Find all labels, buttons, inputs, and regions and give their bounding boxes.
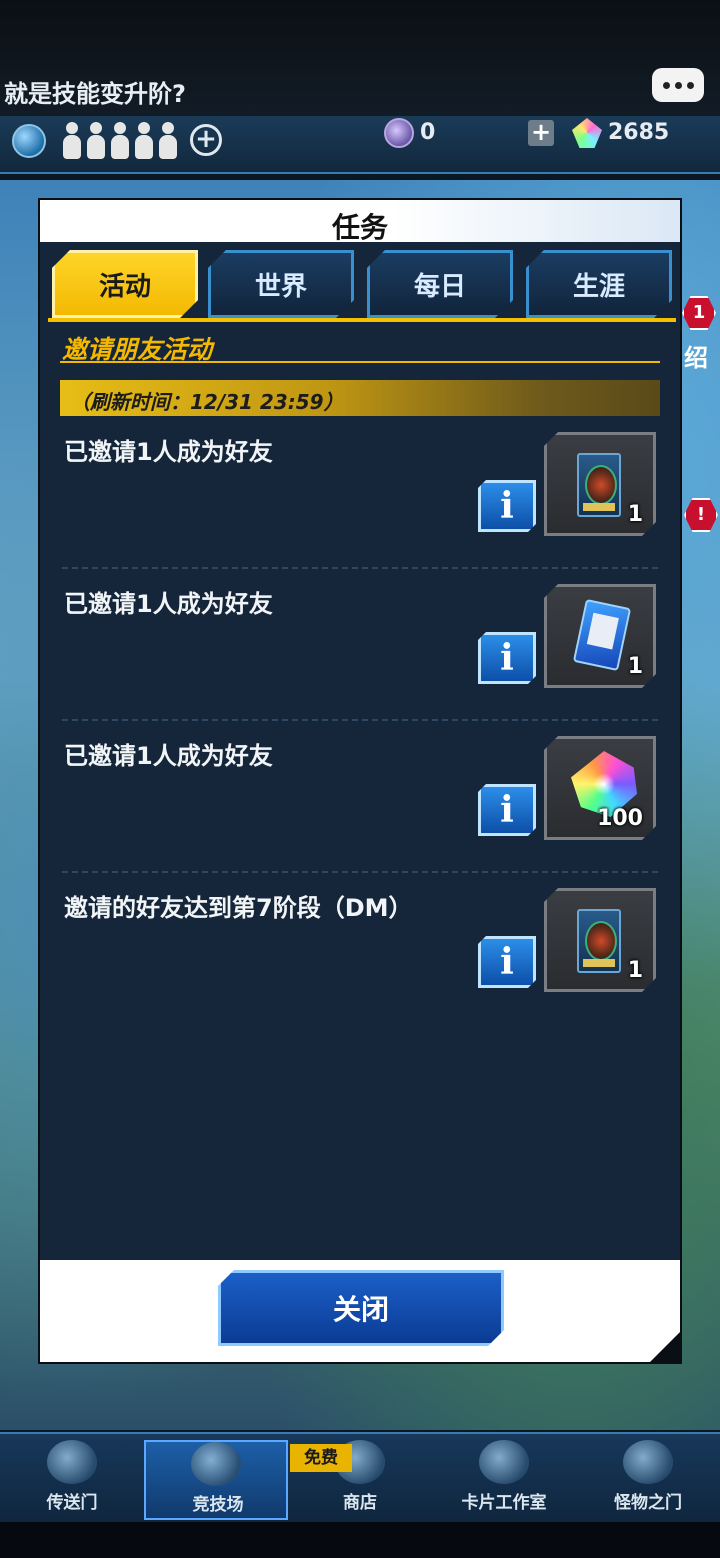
nav-label: 卡片工作室 [461, 1493, 547, 1513]
person-icon [86, 122, 106, 160]
gate-icon [47, 1440, 97, 1484]
free-badge: 免费 [290, 1444, 352, 1472]
lock-icon [623, 1440, 673, 1484]
side-label: 绍 [684, 344, 708, 372]
card-deck-icon [577, 453, 621, 517]
close-button[interactable]: 关闭 [218, 1270, 504, 1346]
gem-count: 2685 [608, 120, 670, 145]
person-icon [158, 122, 178, 160]
add-gems-button[interactable]: + [528, 120, 554, 146]
person-icon [110, 122, 130, 160]
cards-icon [479, 1440, 529, 1484]
nav-monster-gate[interactable]: 怪物之门 [576, 1440, 720, 1520]
row-divider [62, 719, 658, 721]
tab-underline [48, 318, 676, 322]
nav-arena[interactable]: 竞技场 [144, 1440, 288, 1520]
tab-event[interactable]: 活动 [52, 250, 198, 318]
info-button[interactable]: i [478, 632, 536, 684]
tab-career[interactable]: 生涯 [526, 250, 672, 318]
row-divider [62, 871, 658, 873]
mission-row: 已邀请1人成为好友 i 100 [60, 736, 660, 886]
crossed-swords-icon [191, 1442, 241, 1486]
mission-title: 已邀请1人成为好友 [64, 438, 273, 466]
chat-icon[interactable] [652, 68, 704, 102]
person-icon [62, 122, 82, 160]
mission-row: 邀请的好友达到第7阶段（DM） i 1 [60, 888, 660, 1038]
nav-card-studio[interactable]: 卡片工作室 [432, 1440, 576, 1520]
system-bar [0, 1522, 720, 1558]
refresh-time: （刷新时间：12/31 23:59） [70, 390, 344, 414]
reward-count: 1 [627, 654, 643, 679]
nav-label: 竞技场 [192, 1495, 244, 1515]
reward-count: 100 [597, 806, 643, 831]
info-button[interactable]: i [478, 784, 536, 836]
nav-gate[interactable]: 传送门 [0, 1440, 144, 1520]
card-pack-icon [573, 599, 631, 671]
nav-label: 传送门 [46, 1493, 98, 1513]
nav-label: 商店 [343, 1493, 377, 1513]
section-rule [60, 361, 660, 363]
nav-label: 怪物之门 [614, 1493, 682, 1513]
mission-title: 已邀请1人成为好友 [64, 590, 273, 618]
person-icon [134, 122, 154, 160]
reward-item[interactable]: 1 [544, 888, 656, 992]
reward-item[interactable]: 1 [544, 432, 656, 536]
tab-world[interactable]: 世界 [208, 250, 354, 318]
mission-row: 已邀请1人成为好友 i 1 [60, 584, 660, 734]
mission-title: 已邀请1人成为好友 [64, 742, 273, 770]
mission-title: 邀请的好友达到第7阶段（DM） [64, 894, 413, 922]
reward-count: 1 [627, 502, 643, 527]
row-divider [62, 567, 658, 569]
reward-item[interactable]: 100 [544, 736, 656, 840]
info-button[interactable]: i [478, 480, 536, 532]
reward-count: 1 [627, 958, 643, 983]
info-button[interactable]: i [478, 936, 536, 988]
globe-icon[interactable] [12, 124, 46, 158]
orb-count: 0 [420, 120, 436, 145]
tip-text[interactable]: 就是技能变升阶? [4, 74, 186, 109]
card-deck-icon [577, 909, 621, 973]
tab-daily[interactable]: 每日 [367, 250, 513, 318]
stamina-people-icons [62, 122, 178, 160]
orb-icon [384, 118, 414, 148]
modal-title: 任务 [331, 211, 388, 244]
mission-row: 已邀请1人成为好友 i 1 [60, 432, 660, 582]
add-stamina-button[interactable]: + [190, 124, 222, 156]
reward-item[interactable]: 1 [544, 584, 656, 688]
